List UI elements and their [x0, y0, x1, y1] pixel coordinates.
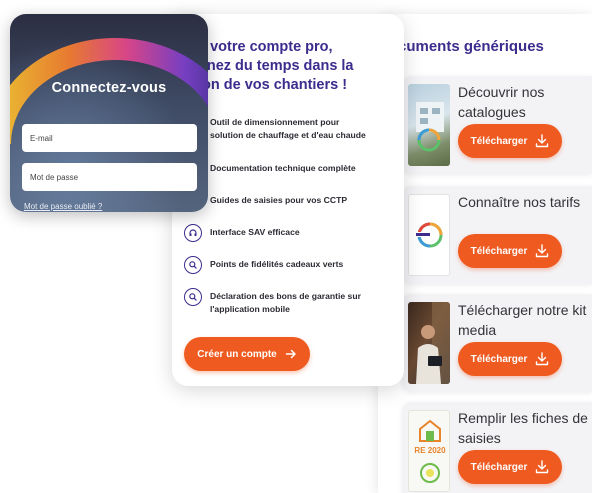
doc-label: Remplir les fiches de saisies — [458, 410, 588, 446]
arrow-right-icon — [285, 349, 296, 359]
download-button[interactable]: Télécharger — [458, 124, 562, 158]
doc-label: Télécharger notre kit media — [458, 302, 587, 338]
feature-text-line: Points de fidélités cadeaux verts — [210, 259, 344, 269]
pro-title-line: ion de vos chantiers ! — [198, 77, 348, 93]
catalogue-cover-icon — [408, 84, 450, 166]
download-icon — [536, 244, 549, 258]
feature-text-line: Documentation technique complète — [210, 163, 356, 173]
feature-text: Outil de dimensionnement pour solution d… — [210, 114, 366, 142]
feature-text: Déclaration des bons de garantie sur l'a… — [210, 288, 361, 316]
create-account-label: Créer un compte — [197, 348, 277, 360]
password-input[interactable] — [22, 163, 197, 191]
forgot-password-link[interactable]: Mot de passe oublié ? — [24, 202, 102, 211]
feature-text: Interface SAV efficace — [210, 224, 300, 239]
search-circle-icon — [184, 288, 202, 306]
feature-text-line: l'application mobile — [210, 304, 290, 314]
headset-circle-icon — [184, 224, 202, 242]
re2020-badge-icon: RE 2020 — [408, 410, 450, 492]
feature-text-line: solution de chauffage et d'eau chaude — [210, 130, 366, 140]
doc-label: Découvrir nos catalogues — [458, 84, 545, 120]
feature-item: Interface SAV efficace — [184, 224, 398, 242]
feature-item: Guides de saisies pour vos CCTP — [184, 192, 398, 210]
re2020-badge-text: RE 2020 — [414, 446, 446, 455]
media-photo-icon — [408, 302, 450, 384]
feature-text-line: Guides de saisies pour vos CCTP — [210, 195, 348, 205]
download-button[interactable]: Télécharger — [458, 342, 562, 376]
documents-title: cuments génériques — [398, 38, 544, 55]
pro-title-line: c votre compte pro, — [198, 39, 333, 55]
feature-text-line: Déclaration des bons de garantie sur — [210, 291, 361, 301]
download-button-label: Télécharger — [470, 353, 528, 365]
tarifs-cover-icon — [408, 194, 450, 276]
pro-title-line: gnez du temps dans la — [198, 58, 354, 74]
email-input[interactable] — [22, 124, 197, 152]
documents-panel: cuments génériques Découvrir nos catalog… — [378, 14, 592, 493]
create-account-button[interactable]: Créer un compte — [184, 337, 310, 371]
download-button-label: Télécharger — [470, 461, 528, 473]
doc-card-tarifs: Connaître nos tarifs Télécharger — [402, 186, 592, 284]
login-title: Connectez-vous — [51, 80, 167, 96]
feature-text-line: Outil de dimensionnement pour — [210, 117, 340, 127]
doc-card-fiches-saisies: RE 2020 Remplir les fiches de saisies Té… — [402, 402, 592, 493]
download-button[interactable]: Télécharger — [458, 450, 562, 484]
login-card: Connectez-vous Mot de passe oublié ? — [10, 14, 208, 212]
feature-item: Documentation technique complète — [184, 160, 398, 178]
feature-text: Points de fidélités cadeaux verts — [210, 256, 343, 271]
feature-text-line: Interface SAV efficace — [210, 227, 300, 237]
download-icon — [536, 134, 549, 148]
search-circle-icon — [184, 256, 202, 274]
download-button[interactable]: Télécharger — [458, 234, 562, 268]
pro-title: c votre compte pro, gnez du temps dans l… — [198, 38, 398, 95]
doc-label: Connaître nos tarifs — [458, 194, 581, 210]
feature-text: Documentation technique complète — [210, 160, 356, 175]
download-button-label: Télécharger — [470, 135, 528, 147]
doc-card-kit-media: Télécharger notre kit media Télécharger — [402, 294, 592, 392]
feature-item: Outil de dimensionnement pour solution d… — [184, 114, 398, 142]
feature-item: Points de fidélités cadeaux verts — [184, 256, 398, 274]
doc-card-catalogues: Découvrir nos catalogues Télécharger — [402, 76, 592, 174]
download-icon — [536, 460, 549, 474]
download-icon — [536, 352, 549, 366]
feature-text: Guides de saisies pour vos CCTP — [210, 192, 347, 207]
feature-item: Déclaration des bons de garantie sur l'a… — [184, 288, 398, 316]
download-button-label: Télécharger — [470, 245, 528, 257]
